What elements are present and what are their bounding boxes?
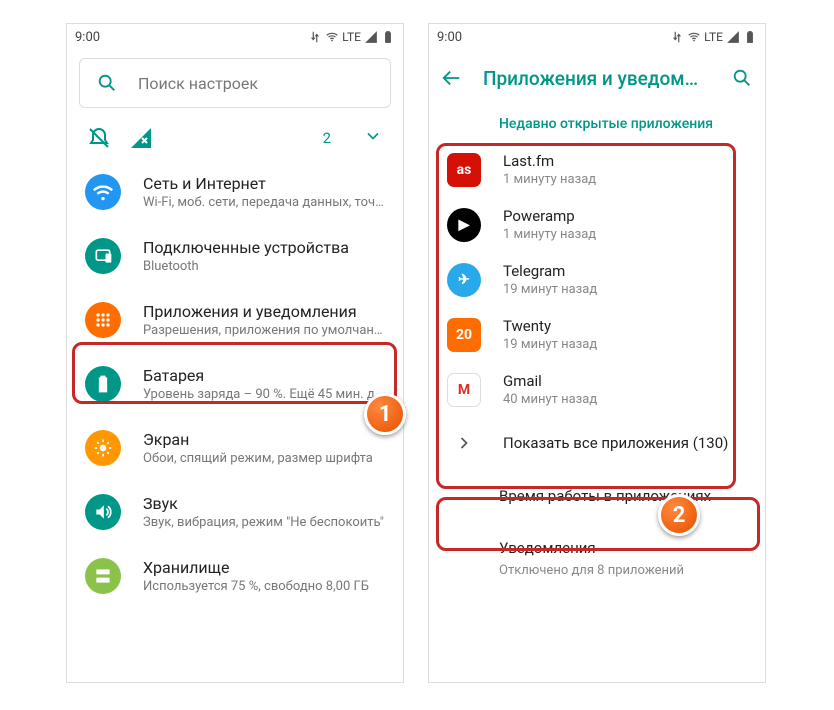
app-icon: ▶ [447, 208, 481, 242]
network-label: LTE [342, 30, 361, 44]
app-bar: Приложения и уведом… [429, 50, 765, 106]
setting-sub: Уровень заряда – 90 %. Ещё 45 мин. до ..… [143, 387, 385, 402]
status-time: 9:00 [437, 30, 462, 45]
status-bar: 9:00 LTE [429, 24, 765, 50]
wifi-icon [85, 174, 121, 210]
app-name: Gmail [503, 372, 597, 390]
back-icon[interactable] [441, 67, 463, 89]
search-icon [96, 72, 118, 94]
sound-icon [85, 494, 121, 530]
wifi-status-icon [687, 30, 701, 44]
app-time: 1 минуту назад [503, 227, 596, 242]
chevron-right-icon [454, 433, 474, 453]
recent-app-gmail[interactable]: M Gmail 40 минут назад [429, 362, 765, 417]
devices-icon [85, 238, 121, 274]
setting-title: Приложения и уведомления [143, 302, 385, 321]
setting-sub: Используется 75 %, свободно 8,00 ГБ [143, 579, 385, 594]
search-placeholder: Поиск настроек [138, 74, 258, 93]
notifications-sub: Отключено для 8 приложений [429, 561, 765, 578]
screen-time-row[interactable]: Время работы в приложениях [429, 469, 765, 509]
settings-search[interactable]: Поиск настроек [79, 58, 391, 108]
app-name: Twenty [503, 317, 597, 335]
setting-battery[interactable]: Батарея Уровень заряда – 90 %. Ещё 45 мин… [67, 352, 403, 416]
setting-title: Подключенные устройства [143, 238, 385, 257]
status-time: 9:00 [75, 30, 100, 45]
marker-1: 1 [364, 393, 406, 435]
app-icon: M [447, 373, 481, 407]
app-icon: ✈ [447, 263, 481, 297]
recent-apps-header: Недавно открытые приложения [429, 106, 765, 142]
setting-display[interactable]: Экран Обои, спящий режим, размер шрифта [67, 416, 403, 480]
setting-title: Звук [143, 494, 385, 513]
search-icon[interactable] [731, 67, 753, 89]
app-name: Telegram [503, 262, 597, 280]
setting-sub: Звук, вибрация, режим "Не беспокоить" [143, 515, 385, 530]
notifications-row[interactable]: Уведомления [429, 509, 765, 561]
data-off-icon [129, 126, 153, 150]
display-icon [85, 430, 121, 466]
swap-icon [670, 30, 684, 44]
setting-sound[interactable]: Звук Звук, вибрация, режим "Не беспокоить… [67, 480, 403, 544]
network-label: LTE [704, 30, 723, 44]
dnd-off-icon [87, 126, 111, 150]
signal-icon [364, 30, 378, 44]
setting-title: Хранилище [143, 558, 385, 577]
status-bar: 9:00 LTE [67, 24, 403, 50]
battery-icon [381, 30, 395, 44]
signal-icon [726, 30, 740, 44]
swap-icon [308, 30, 322, 44]
app-time: 19 минут назад [503, 337, 597, 352]
setting-wifi[interactable]: Сеть и Интернет Wi-Fi, моб. сети, передач… [67, 160, 403, 224]
recent-app-telegram[interactable]: ✈ Telegram 19 минут назад [429, 252, 765, 307]
app-name: Poweramp [503, 207, 596, 225]
app-time: 19 минут назад [503, 282, 597, 297]
show-all-label: Показать все приложения (130) [503, 434, 728, 452]
marker-2: 2 [658, 494, 700, 536]
app-time: 1 минуту назад [503, 172, 596, 187]
setting-sub: Wi-Fi, моб. сети, передача данных, точк.… [143, 195, 385, 210]
app-time: 40 минут назад [503, 392, 597, 407]
battery-icon [85, 366, 121, 402]
show-all-apps[interactable]: Показать все приложения (130) [429, 417, 765, 469]
recent-app-lastfm[interactable]: as Last.fm 1 минуту назад [429, 142, 765, 197]
status-icons: LTE [670, 30, 757, 44]
storage-icon [85, 558, 121, 594]
apps-notifications-screen: 9:00 LTE Приложения и уведом… Недавно от… [428, 23, 766, 683]
wifi-status-icon [325, 30, 339, 44]
setting-title: Батарея [143, 366, 385, 385]
setting-sub: Обои, спящий режим, размер шрифта [143, 451, 385, 466]
setting-sub: Bluetooth [143, 259, 385, 274]
recent-app-poweramp[interactable]: ▶ Poweramp 1 минуту назад [429, 197, 765, 252]
app-icon: as [447, 153, 481, 187]
setting-apps[interactable]: Приложения и уведомления Разрешения, прил… [67, 288, 403, 352]
setting-sub: Разрешения, приложения по умолчанию [143, 323, 385, 338]
app-bar-title: Приложения и уведом… [483, 67, 711, 90]
setting-devices[interactable]: Подключенные устройства Bluetooth [67, 224, 403, 288]
settings-main-screen: 9:00 LTE Поиск настроек 2 Сеть и Интерне… [66, 23, 404, 683]
setting-storage[interactable]: Хранилище Используется 75 %, свободно 8,0… [67, 544, 403, 608]
setting-title: Сеть и Интернет [143, 174, 385, 193]
qs-badge: 2 [323, 129, 331, 147]
quick-settings-row[interactable]: 2 [67, 116, 403, 160]
status-icons: LTE [308, 30, 395, 44]
expand-icon[interactable] [363, 126, 383, 150]
recent-app-twenty[interactable]: 20 Twenty 19 минут назад [429, 307, 765, 362]
app-icon: 20 [447, 318, 481, 352]
app-name: Last.fm [503, 152, 596, 170]
setting-title: Экран [143, 430, 385, 449]
apps-icon [85, 302, 121, 338]
battery-icon [743, 30, 757, 44]
